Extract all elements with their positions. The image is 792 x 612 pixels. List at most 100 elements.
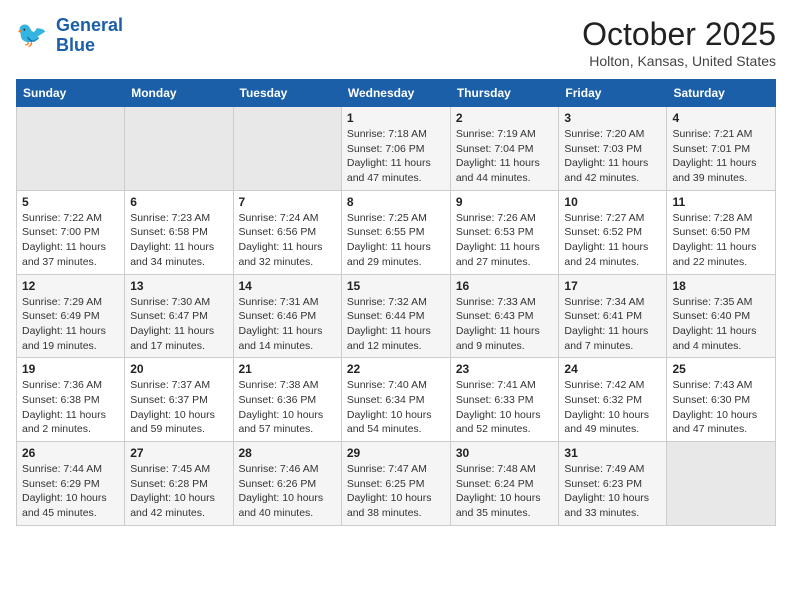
day-info: Sunrise: 7:24 AM Sunset: 6:56 PM Dayligh… bbox=[239, 211, 336, 270]
day-cell: 12Sunrise: 7:29 AM Sunset: 6:49 PM Dayli… bbox=[17, 274, 125, 358]
day-number: 2 bbox=[456, 111, 554, 125]
day-cell: 29 Sunrise: 7:47 AM Sunset: 6:25 PM Dayli… bbox=[341, 442, 450, 526]
day-number: 21 bbox=[239, 362, 336, 376]
day-info: Sunrise: 7:45 AM Sunset: 6:28 PM Dayligh… bbox=[130, 462, 227, 521]
day-cell: 4Sunrise: 7:21 AM Sunset: 7:01 PM Daylig… bbox=[667, 107, 776, 191]
day-info: Sunrise: 7:18 AM Sunset: 7:06 PM Dayligh… bbox=[347, 127, 445, 186]
day-number: 14 bbox=[239, 279, 336, 293]
day-info: Sunrise: 7:19 AM Sunset: 7:04 PM Dayligh… bbox=[456, 127, 554, 186]
day-number: 11 bbox=[672, 195, 770, 209]
day-cell: 6 Sunrise: 7:23 AM Sunset: 6:58 PM Daylig… bbox=[125, 190, 233, 274]
header-cell-saturday: Saturday bbox=[667, 80, 776, 107]
day-cell: 15Sunrise: 7:32 AM Sunset: 6:44 PM Dayli… bbox=[341, 274, 450, 358]
day-info: Sunrise: 7:37 AM Sunset: 6:37 PM Dayligh… bbox=[130, 378, 227, 437]
day-cell: 25Sunrise: 7:43 AM Sunset: 6:30 PM Dayli… bbox=[667, 358, 776, 442]
day-info: Sunrise: 7:42 AM Sunset: 6:32 PM Dayligh… bbox=[564, 378, 661, 437]
day-info: Sunrise: 7:49 AM Sunset: 6:23 PM Dayligh… bbox=[564, 462, 661, 521]
week-row-4: 19Sunrise: 7:36 AM Sunset: 6:38 PM Dayli… bbox=[17, 358, 776, 442]
day-number: 22 bbox=[347, 362, 445, 376]
day-number: 5 bbox=[22, 195, 119, 209]
header-cell-thursday: Thursday bbox=[450, 80, 559, 107]
day-info: Sunrise: 7:40 AM Sunset: 6:34 PM Dayligh… bbox=[347, 378, 445, 437]
day-number: 17 bbox=[564, 279, 661, 293]
day-cell: 31 Sunrise: 7:49 AM Sunset: 6:23 PM Dayli… bbox=[559, 442, 667, 526]
day-number: 23 bbox=[456, 362, 554, 376]
day-cell bbox=[17, 107, 125, 191]
day-cell: 21 Sunrise: 7:38 AM Sunset: 6:36 PM Dayli… bbox=[233, 358, 341, 442]
day-info: Sunrise: 7:29 AM Sunset: 6:49 PM Dayligh… bbox=[22, 295, 119, 354]
day-cell: 20Sunrise: 7:37 AM Sunset: 6:37 PM Dayli… bbox=[125, 358, 233, 442]
day-cell: 19Sunrise: 7:36 AM Sunset: 6:38 PM Dayli… bbox=[17, 358, 125, 442]
day-cell: 24 Sunrise: 7:42 AM Sunset: 6:32 PM Dayli… bbox=[559, 358, 667, 442]
day-info: Sunrise: 7:33 AM Sunset: 6:43 PM Dayligh… bbox=[456, 295, 554, 354]
day-number: 18 bbox=[672, 279, 770, 293]
day-info: Sunrise: 7:47 AM Sunset: 6:25 PM Dayligh… bbox=[347, 462, 445, 521]
day-cell: 1 Sunrise: 7:18 AM Sunset: 7:06 PM Daylig… bbox=[341, 107, 450, 191]
header-row: SundayMondayTuesdayWednesdayThursdayFrid… bbox=[17, 80, 776, 107]
day-number: 31 bbox=[564, 446, 661, 460]
month-title: October 2025 bbox=[582, 16, 776, 53]
header-cell-wednesday: Wednesday bbox=[341, 80, 450, 107]
day-info: Sunrise: 7:30 AM Sunset: 6:47 PM Dayligh… bbox=[130, 295, 227, 354]
day-cell: 18 Sunrise: 7:35 AM Sunset: 6:40 PM Dayli… bbox=[667, 274, 776, 358]
day-info: Sunrise: 7:48 AM Sunset: 6:24 PM Dayligh… bbox=[456, 462, 554, 521]
title-block: October 2025 Holton, Kansas, United Stat… bbox=[582, 16, 776, 69]
day-number: 8 bbox=[347, 195, 445, 209]
day-number: 27 bbox=[130, 446, 227, 460]
day-cell: 10 Sunrise: 7:27 AM Sunset: 6:52 PM Dayli… bbox=[559, 190, 667, 274]
day-info: Sunrise: 7:21 AM Sunset: 7:01 PM Dayligh… bbox=[672, 127, 770, 186]
day-info: Sunrise: 7:25 AM Sunset: 6:55 PM Dayligh… bbox=[347, 211, 445, 270]
day-info: Sunrise: 7:28 AM Sunset: 6:50 PM Dayligh… bbox=[672, 211, 770, 270]
logo: 🐦 GeneralBlue bbox=[16, 16, 123, 56]
week-row-1: 1 Sunrise: 7:18 AM Sunset: 7:06 PM Daylig… bbox=[17, 107, 776, 191]
day-number: 10 bbox=[564, 195, 661, 209]
day-cell: 30 Sunrise: 7:48 AM Sunset: 6:24 PM Dayli… bbox=[450, 442, 559, 526]
day-cell: 17 Sunrise: 7:34 AM Sunset: 6:41 PM Dayli… bbox=[559, 274, 667, 358]
day-cell: 28 Sunrise: 7:46 AM Sunset: 6:26 PM Dayli… bbox=[233, 442, 341, 526]
day-info: Sunrise: 7:31 AM Sunset: 6:46 PM Dayligh… bbox=[239, 295, 336, 354]
day-info: Sunrise: 7:34 AM Sunset: 6:41 PM Dayligh… bbox=[564, 295, 661, 354]
header-cell-tuesday: Tuesday bbox=[233, 80, 341, 107]
day-cell bbox=[125, 107, 233, 191]
location: Holton, Kansas, United States bbox=[582, 53, 776, 69]
day-cell: 26 Sunrise: 7:44 AM Sunset: 6:29 PM Dayli… bbox=[17, 442, 125, 526]
day-info: Sunrise: 7:27 AM Sunset: 6:52 PM Dayligh… bbox=[564, 211, 661, 270]
week-row-2: 5 Sunrise: 7:22 AM Sunset: 7:00 PM Daylig… bbox=[17, 190, 776, 274]
day-number: 28 bbox=[239, 446, 336, 460]
logo-icon: 🐦 bbox=[16, 18, 52, 54]
day-cell: 22 Sunrise: 7:40 AM Sunset: 6:34 PM Dayli… bbox=[341, 358, 450, 442]
day-number: 6 bbox=[130, 195, 227, 209]
day-number: 13 bbox=[130, 279, 227, 293]
day-info: Sunrise: 7:35 AM Sunset: 6:40 PM Dayligh… bbox=[672, 295, 770, 354]
day-info: Sunrise: 7:38 AM Sunset: 6:36 PM Dayligh… bbox=[239, 378, 336, 437]
day-info: Sunrise: 7:36 AM Sunset: 6:38 PM Dayligh… bbox=[22, 378, 119, 437]
day-number: 26 bbox=[22, 446, 119, 460]
day-number: 1 bbox=[347, 111, 445, 125]
day-cell: 9 Sunrise: 7:26 AM Sunset: 6:53 PM Daylig… bbox=[450, 190, 559, 274]
day-info: Sunrise: 7:26 AM Sunset: 6:53 PM Dayligh… bbox=[456, 211, 554, 270]
day-number: 7 bbox=[239, 195, 336, 209]
day-cell: 23 Sunrise: 7:41 AM Sunset: 6:33 PM Dayli… bbox=[450, 358, 559, 442]
day-cell: 8 Sunrise: 7:25 AM Sunset: 6:55 PM Daylig… bbox=[341, 190, 450, 274]
day-number: 3 bbox=[564, 111, 661, 125]
day-info: Sunrise: 7:44 AM Sunset: 6:29 PM Dayligh… bbox=[22, 462, 119, 521]
day-number: 29 bbox=[347, 446, 445, 460]
day-cell bbox=[233, 107, 341, 191]
day-info: Sunrise: 7:23 AM Sunset: 6:58 PM Dayligh… bbox=[130, 211, 227, 270]
day-cell: 16Sunrise: 7:33 AM Sunset: 6:43 PM Dayli… bbox=[450, 274, 559, 358]
day-number: 15 bbox=[347, 279, 445, 293]
day-info: Sunrise: 7:46 AM Sunset: 6:26 PM Dayligh… bbox=[239, 462, 336, 521]
day-number: 9 bbox=[456, 195, 554, 209]
day-number: 24 bbox=[564, 362, 661, 376]
day-number: 30 bbox=[456, 446, 554, 460]
day-cell: 5 Sunrise: 7:22 AM Sunset: 7:00 PM Daylig… bbox=[17, 190, 125, 274]
week-row-3: 12Sunrise: 7:29 AM Sunset: 6:49 PM Dayli… bbox=[17, 274, 776, 358]
day-info: Sunrise: 7:22 AM Sunset: 7:00 PM Dayligh… bbox=[22, 211, 119, 270]
svg-text:🐦: 🐦 bbox=[16, 21, 47, 49]
week-row-5: 26 Sunrise: 7:44 AM Sunset: 6:29 PM Dayli… bbox=[17, 442, 776, 526]
page-header: 🐦 GeneralBlue October 2025 Holton, Kansa… bbox=[16, 16, 776, 69]
day-cell: 7 Sunrise: 7:24 AM Sunset: 6:56 PM Daylig… bbox=[233, 190, 341, 274]
day-info: Sunrise: 7:41 AM Sunset: 6:33 PM Dayligh… bbox=[456, 378, 554, 437]
header-cell-friday: Friday bbox=[559, 80, 667, 107]
day-cell: 13 Sunrise: 7:30 AM Sunset: 6:47 PM Dayli… bbox=[125, 274, 233, 358]
